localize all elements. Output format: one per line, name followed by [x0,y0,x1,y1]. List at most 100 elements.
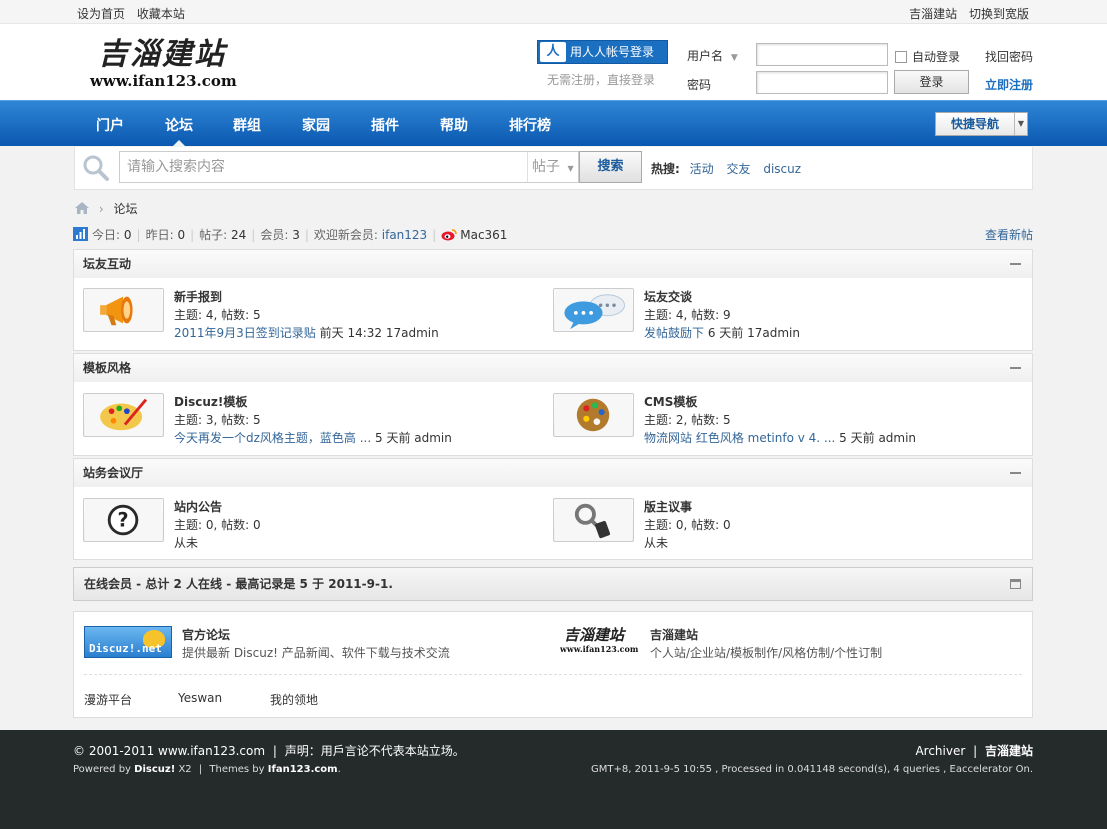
quick-nav-button[interactable]: 快捷导航 ▼ [935,112,1028,136]
mini-logo-text: 吉淄建站 [564,626,625,644]
hot-term-link[interactable]: 活动 [690,162,714,176]
search-button[interactable]: 搜索 [579,151,642,183]
copyright-text[interactable]: © 2001-2011 www.ifan123.com [73,744,265,758]
discuz-link[interactable]: Discuz! [134,764,175,775]
hot-term-link[interactable]: 交友 [726,162,750,176]
footer-right-links: Archiver | 吉淄建站 [915,744,1033,758]
last-post-meta: 5 天前 admin [835,431,917,445]
chat-bubbles-icon[interactable] [553,288,634,332]
new-member-link[interactable]: ifan123 [382,228,427,242]
register-link[interactable]: 立即注册 [985,76,1033,93]
expand-icon[interactable] [1010,579,1021,589]
nav-item-help[interactable]: 帮助 [440,115,468,135]
login-button[interactable]: 登录 [894,70,969,94]
forum-stats: 今日: 0 | 昨日: 0 | 帖子: 24 | 会员: 3 | 欢迎新会员: ifan123 |… [73,226,507,243]
main-nav: 门户 论坛 群组 家园 插件 帮助 排行榜 快捷导航 ▼ [0,100,1107,146]
today-label: 今日: [92,228,121,242]
key-tag-icon[interactable] [553,498,634,542]
last-post-link[interactable]: 2011年9月3日签到记录贴 [174,326,316,340]
forum-last-post: 从未 [174,534,198,551]
forum-name-link[interactable]: 站内公告 [174,498,222,515]
top-bar-right: 吉淄建站 切换到宽版 [901,5,1029,22]
footer-site-link[interactable]: 吉淄建站 [985,744,1033,758]
set-home-link[interactable]: 设为首页 [77,7,125,21]
top-bar: 设为首页 收藏本站 吉淄建站 切换到宽版 [0,0,1107,24]
members-label: 会员: [260,228,289,242]
username-input[interactable] [756,43,888,66]
view-new-posts-link[interactable]: 查看新帖 [985,226,1033,243]
forum-name-link[interactable]: 版主议事 [644,498,692,515]
last-post-link[interactable]: 物流网站 红色风格 metinfo v 4. ... [644,431,835,445]
forum-last-post: 今天再发一个dz风格主题，蓝色高 ... 5 天前 admin [174,429,452,446]
password-input[interactable] [756,71,888,94]
last-post-link[interactable]: 发帖鼓励下 [644,326,704,340]
forum-stats-text: 主题: 0, 帖数: 0 [644,518,731,532]
nav-item-portal[interactable]: 门户 [96,115,124,135]
forum-name-link[interactable]: 坛友交谈 [644,288,692,305]
themes-link[interactable]: Ifan123.com [268,764,338,775]
home-icon[interactable] [75,202,89,214]
themes-by-label: Themes by [209,764,265,775]
forum-name-link[interactable]: CMS模板 [644,393,697,410]
category-title[interactable]: 站务会议厅 [74,459,1032,487]
category-title[interactable]: 坛友互动 [74,250,1032,278]
search-type-value: 帖子 [532,159,560,175]
forum-last-post: 发帖鼓励下 6 天前 17admin [644,324,800,341]
last-post-meta: 前天 14:32 17admin [315,326,439,340]
find-password-link[interactable]: 找回密码 [985,48,1033,65]
mini-logo-url: www.ifan123.com [560,644,639,654]
chevron-down-icon[interactable]: ▼ [1014,113,1027,135]
auto-login-checkbox[interactable] [895,51,907,63]
nav-item-ranking[interactable]: 排行榜 [509,115,551,135]
bookmark-link[interactable]: 收藏本站 [137,7,185,21]
archiver-link[interactable]: Archiver [915,744,965,758]
discuz-logo-text: Discuz!.net [89,642,162,655]
search-input[interactable]: 请输入搜索内容 [119,151,528,183]
members-count: 3 [292,228,300,242]
last-post-link[interactable]: 今天再发一个dz风格主题，蓝色高 ... [174,431,371,445]
category-block: 模板风格 Discuz!模板 主题: 3, 帖数: 5 今天再发一个dz风格主题… [73,353,1033,456]
chevron-down-icon: ▼ [730,53,738,63]
text-link[interactable]: Yeswan [178,691,222,705]
site-logo[interactable]: 吉淄建站 www.ifan123.com [90,38,240,96]
help-question-icon[interactable]: ? [83,498,164,542]
nav-item-forum[interactable]: 论坛 [165,115,193,135]
site-name-link[interactable]: 吉淄建站 [909,7,957,21]
username-label[interactable]: 用户名 ▼ [687,47,738,64]
collapse-icon[interactable] [1010,472,1021,474]
text-link[interactable]: 我的领地 [270,691,318,708]
auto-login-label[interactable]: 自动登录 [912,48,960,65]
nav-item-plugins[interactable]: 插件 [371,115,399,135]
renren-login-button[interactable]: 人用人人帐号登录 [537,40,668,64]
yesterday-label: 昨日: [145,228,174,242]
svg-text:?: ? [117,509,128,532]
official-forum-link[interactable]: 官方论坛 [182,626,230,643]
paint-palette-icon[interactable] [83,393,164,437]
online-members-bar[interactable]: 在线会员 - 总计 2 人在线 - 最高记录是 5 于 2011-9-1. [73,567,1033,601]
forum-name-link[interactable]: Discuz!模板 [174,393,247,410]
search-type-select[interactable]: 帖子 ▼ [527,151,579,183]
megaphone-icon[interactable] [83,288,164,332]
site-mini-logo[interactable]: 吉淄建站 www.ifan123.com [560,626,639,658]
breadcrumb-separator-icon: › [98,202,104,216]
weibo-user[interactable]: Mac361 [460,228,507,242]
discuz-logo[interactable]: Discuz!.net [84,626,172,658]
site-link[interactable]: 吉淄建站 [650,626,698,643]
forum-stats-text: 主题: 3, 帖数: 5 [174,413,261,427]
nav-item-groups[interactable]: 群组 [233,115,261,135]
nav-item-home[interactable]: 家园 [302,115,330,135]
last-post-meta: 从未 [644,536,669,550]
text-link[interactable]: 漫游平台 [84,691,132,708]
forum-name-link[interactable]: 新手报到 [174,288,222,305]
color-palette-icon[interactable] [553,393,634,437]
password-label: 密码 [687,78,712,92]
renren-icon: 人 [540,42,566,62]
breadcrumb-current: 论坛 [113,202,138,216]
collapse-icon[interactable] [1010,367,1021,369]
collapse-icon[interactable] [1010,263,1021,265]
hot-term-link[interactable]: discuz [763,162,801,176]
logo-url: www.ifan123.com [90,72,237,90]
switch-wide-link[interactable]: 切换到宽版 [969,7,1029,21]
category-title[interactable]: 模板风格 [74,354,1032,382]
posts-label: 帖子: [199,228,228,242]
